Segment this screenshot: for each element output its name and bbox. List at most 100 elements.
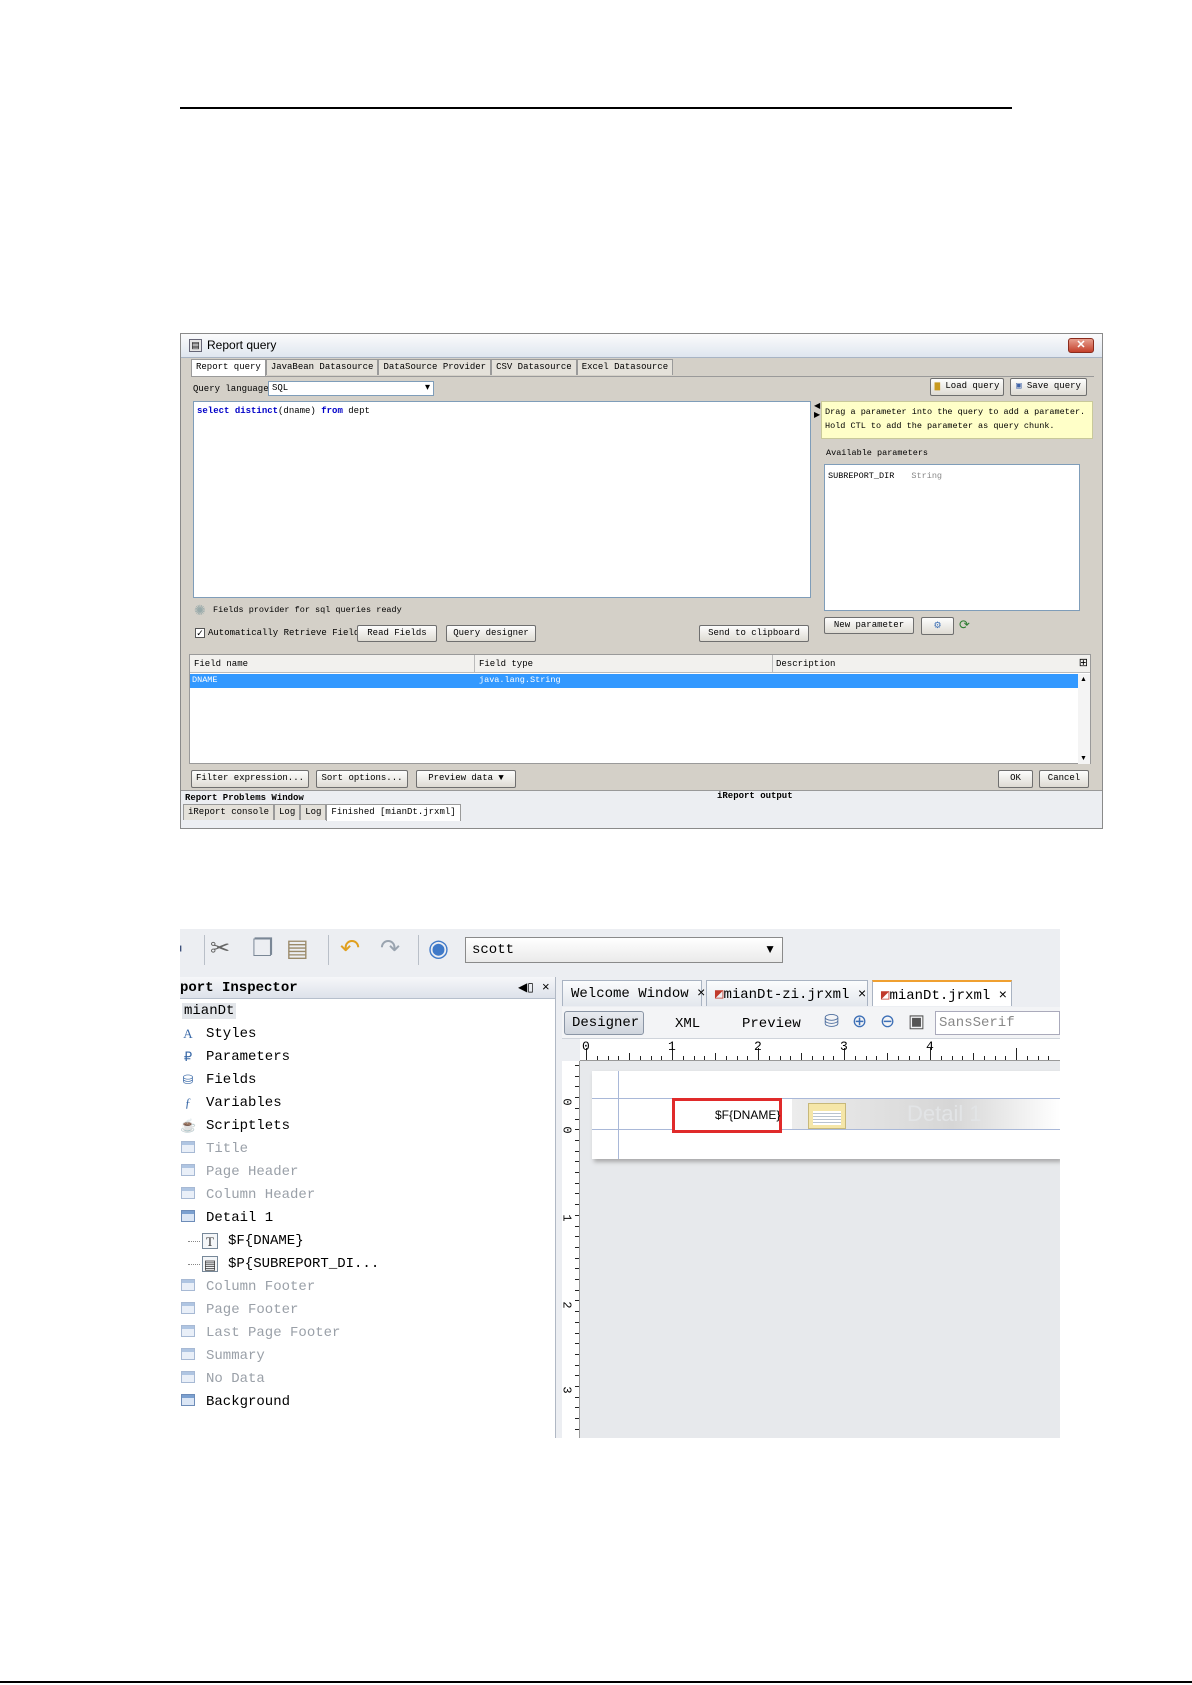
ireport-output-title: iReport output bbox=[717, 791, 793, 801]
tab-miandt-zi[interactable]: ◩mianDt-zi.jrxml × bbox=[706, 980, 868, 1006]
tab-label: mianDt.jrxml bbox=[889, 988, 991, 1004]
close-icon[interactable]: × bbox=[697, 986, 705, 1002]
band-bar bbox=[181, 1371, 195, 1383]
column-chooser-icon[interactable]: ⊞ bbox=[1079, 656, 1088, 669]
ruler-tick bbox=[575, 1065, 579, 1066]
scroll-down-icon[interactable]: ▼ bbox=[1080, 755, 1087, 762]
font-icon[interactable]: ▣ bbox=[908, 1011, 925, 1032]
tab-javabean-datasource[interactable]: JavaBean Datasource bbox=[265, 359, 379, 375]
sql-editor[interactable]: select distinct(dname) from dept bbox=[193, 401, 811, 598]
preview-data-button[interactable]: Preview data ▼ bbox=[416, 770, 516, 788]
ruler-tick bbox=[575, 1236, 579, 1238]
parameter-tool-button[interactable]: ⚙ bbox=[921, 617, 954, 635]
connection-select[interactable]: scott ▼ bbox=[465, 937, 783, 963]
tab-finished[interactable]: Finished [mianDt.jrxml] bbox=[326, 804, 461, 821]
sort-options-button[interactable]: Sort options... bbox=[316, 770, 408, 788]
close-icon[interactable]: × bbox=[858, 987, 866, 1003]
copy-icon[interactable]: ❐ bbox=[252, 935, 274, 963]
tab-log[interactable]: Log bbox=[274, 804, 301, 820]
sql-text: select distinct(dname) from dept bbox=[197, 406, 370, 416]
column-field-name[interactable]: Field name bbox=[194, 659, 248, 669]
tab-label: mianDt-zi.jrxml bbox=[723, 987, 850, 1003]
ruler-tick bbox=[575, 1118, 579, 1120]
ruler-tick bbox=[575, 1107, 579, 1109]
datasource-icon[interactable]: ◉ bbox=[428, 935, 449, 963]
zoom-in-icon[interactable]: ⊕ bbox=[852, 1011, 867, 1032]
tree-item-label: Fields bbox=[206, 1072, 257, 1088]
parameters-list[interactable]: SUBREPORT_DIR String bbox=[824, 464, 1080, 611]
save-icon[interactable]: ▪ bbox=[180, 935, 183, 963]
tab-label: Welcome Window bbox=[571, 986, 689, 1002]
send-to-clipboard-button[interactable]: Send to clipboard bbox=[699, 625, 809, 642]
parameter-item[interactable]: SUBREPORT_DIR String bbox=[828, 471, 942, 481]
ruler-tick bbox=[994, 1056, 996, 1060]
query-language-select[interactable]: SQL ▾ bbox=[268, 381, 434, 396]
tab-welcome-window[interactable]: Welcome Window × bbox=[562, 980, 705, 1006]
ruler-tick bbox=[575, 1311, 579, 1313]
ruler-tick bbox=[575, 1364, 579, 1366]
scroll-up-icon[interactable]: ▲ bbox=[1080, 676, 1087, 683]
table-scrollbar[interactable]: ▲ ▼ bbox=[1078, 674, 1090, 764]
font-value: SansSerif bbox=[939, 1015, 1015, 1031]
database-icon[interactable]: ⛁ bbox=[824, 1011, 839, 1032]
tab-csv-datasource[interactable]: CSV Datasource bbox=[491, 359, 577, 375]
new-parameter-button[interactable]: New parameter bbox=[824, 617, 914, 634]
ruler-tick bbox=[607, 1056, 609, 1060]
tab-excel-datasource[interactable]: Excel Datasource bbox=[576, 359, 674, 375]
tab-preview[interactable]: Preview bbox=[742, 1016, 801, 1032]
filter-expression-button[interactable]: Filter expression... bbox=[191, 770, 309, 788]
zoom-out-icon[interactable]: ⊖ bbox=[880, 1011, 895, 1032]
column-field-type[interactable]: Field type bbox=[479, 659, 533, 669]
ruler-tick bbox=[575, 1407, 579, 1409]
ruler-tick bbox=[650, 1056, 652, 1060]
ruler-tick bbox=[908, 1056, 910, 1060]
field-element[interactable]: $F{DNAME} bbox=[672, 1098, 782, 1133]
inspector-header: port Inspector ◀▯ × bbox=[180, 977, 555, 999]
tab-ireport-console[interactable]: iReport console bbox=[183, 804, 275, 820]
tab-designer[interactable]: Designer bbox=[564, 1011, 644, 1035]
scriptlets-icon: ☕ bbox=[180, 1118, 197, 1133]
ruler-tick bbox=[575, 1375, 579, 1377]
font-select[interactable]: SansSerif bbox=[935, 1011, 1060, 1035]
undo-icon[interactable]: ↶ bbox=[340, 935, 360, 963]
column-description[interactable]: Description bbox=[776, 659, 835, 669]
toolbar-separator bbox=[204, 935, 205, 965]
close-icon[interactable]: × bbox=[999, 988, 1007, 1004]
tree-item-label: Last Page Footer bbox=[206, 1325, 341, 1341]
save-query-button[interactable]: ▣ Save query bbox=[1010, 378, 1087, 396]
tab-log[interactable]: Log bbox=[300, 804, 327, 820]
minimize-icon[interactable]: ◀▯ bbox=[518, 980, 534, 994]
datasource-tabs: Report query JavaBean Datasource DataSou… bbox=[191, 359, 674, 376]
redo-icon[interactable]: ↷ bbox=[380, 935, 400, 963]
tab-datasource-provider[interactable]: DataSource Provider bbox=[378, 359, 492, 375]
collapse-arrow-icon[interactable]: ◀ ▶ bbox=[814, 401, 820, 419]
tab-report-query[interactable]: Report query bbox=[191, 359, 266, 376]
close-icon[interactable]: ✕ bbox=[1068, 338, 1094, 353]
design-canvas[interactable]: Detail 1 $F{DNAME} bbox=[580, 1061, 1060, 1438]
report-page: Detail 1 $F{DNAME} bbox=[592, 1071, 1060, 1159]
toolbar-separator bbox=[418, 935, 419, 965]
cancel-button[interactable]: Cancel bbox=[1039, 770, 1089, 788]
query-designer-button[interactable]: Query designer bbox=[446, 625, 536, 642]
auto-retrieve-checkbox[interactable]: ✓ bbox=[195, 628, 205, 638]
report-inspector: port Inspector ◀▯ × mianDt A Styles ₽ Param… bbox=[180, 977, 556, 1438]
cut-icon[interactable]: ✂ bbox=[210, 935, 230, 963]
band-bar bbox=[181, 1279, 195, 1291]
tab-xml[interactable]: XML bbox=[675, 1016, 700, 1032]
load-query-button[interactable]: ▆ Load query bbox=[930, 378, 1004, 396]
tree-item-label: Styles bbox=[206, 1026, 257, 1042]
subreport-element[interactable] bbox=[808, 1103, 846, 1129]
ruler-tick bbox=[575, 1193, 579, 1195]
row-field-name: DNAME bbox=[192, 675, 218, 685]
paste-icon[interactable]: ▤ bbox=[286, 935, 309, 963]
band-icon bbox=[180, 1302, 196, 1318]
ok-button[interactable]: OK bbox=[998, 770, 1033, 788]
refresh-icon[interactable]: ⟳ bbox=[959, 617, 970, 633]
table-row[interactable]: DNAME java.lang.String bbox=[190, 674, 1079, 688]
band-icon bbox=[180, 1187, 196, 1203]
read-fields-button[interactable]: Read Fields bbox=[357, 625, 437, 642]
tab-miandt[interactable]: ◩mianDt.jrxml × bbox=[872, 980, 1012, 1006]
tree-item-label: Page Header bbox=[206, 1164, 299, 1180]
ruler-tick bbox=[575, 1172, 579, 1173]
close-icon[interactable]: × bbox=[542, 979, 550, 994]
